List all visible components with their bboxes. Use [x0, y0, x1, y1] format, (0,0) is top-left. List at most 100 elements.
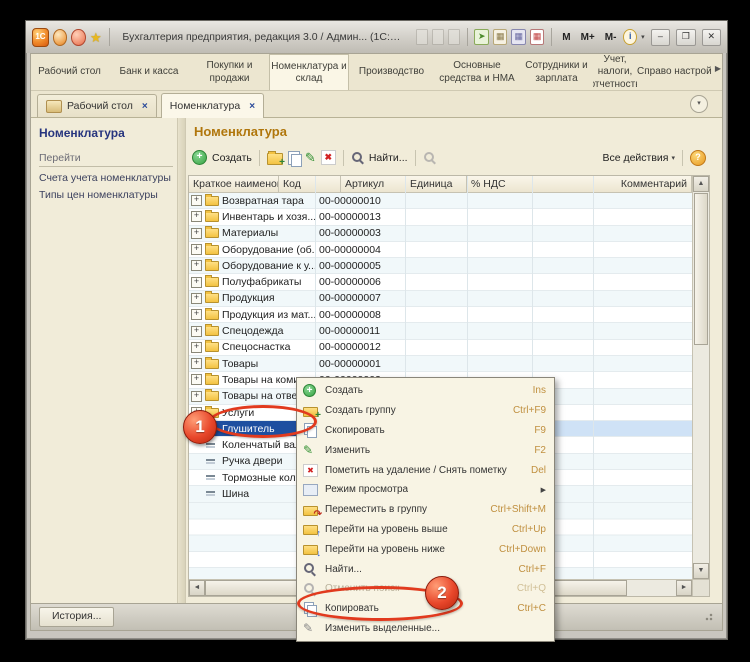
context-menu-item[interactable]: Перейти на уровень выше Ctrl+Up: [297, 520, 554, 540]
edit-button[interactable]: ✎: [305, 151, 316, 164]
history-button[interactable]: История...: [39, 607, 114, 627]
section-tab[interactable]: Основные средства и НМА: [434, 54, 520, 90]
context-menu-item[interactable]: Изменить F2: [297, 440, 554, 460]
scroll-left-icon[interactable]: ◄: [189, 580, 205, 596]
context-menu-item[interactable]: Создать группу Ctrl+F9: [297, 401, 554, 421]
tabs-overflow-icon[interactable]: ▶: [715, 64, 721, 73]
tree-expand-icon[interactable]: [191, 211, 202, 222]
main-menu-icon[interactable]: [53, 29, 67, 46]
nomenclature-row[interactable]: Товары 00-00000001: [189, 356, 692, 372]
context-menu-item[interactable]: Найти... Ctrl+F: [297, 559, 554, 579]
tree-expand-icon[interactable]: [191, 260, 202, 271]
close-button[interactable]: ✕: [702, 29, 721, 46]
section-tab[interactable]: Номенклатура и склад: [269, 54, 349, 90]
subtab-list-dropdown-icon[interactable]: ▾: [690, 95, 708, 113]
context-menu-item[interactable]: Скопировать F9: [297, 421, 554, 441]
help-icon[interactable]: ?: [690, 150, 706, 166]
sidebar-link[interactable]: Типы цен номенклатуры: [39, 189, 173, 201]
section-tab[interactable]: Рабочий стол: [31, 54, 108, 90]
tree-expand-icon[interactable]: [191, 228, 202, 239]
tree-expand-icon[interactable]: [191, 342, 202, 353]
scroll-right-icon[interactable]: ►: [676, 580, 692, 596]
row-code: 00-00000005: [315, 258, 405, 273]
row-comment: [593, 209, 692, 224]
create-button[interactable]: Создать: [212, 152, 252, 164]
nomenclature-row[interactable]: Спецоснастка 00-00000012: [189, 340, 692, 356]
quick-menu-icon[interactable]: [71, 29, 85, 46]
find-button[interactable]: Найти...: [369, 152, 408, 164]
info-dropdown-icon[interactable]: ▾: [641, 33, 645, 41]
section-tab[interactable]: Банк и касса: [108, 54, 190, 90]
column-header[interactable]: Артикул: [341, 176, 406, 192]
section-tab[interactable]: Учет, налоги, отчетность: [593, 54, 637, 90]
section-tab[interactable]: Сотрудники и зарплата: [520, 54, 593, 90]
tree-expand-icon[interactable]: [191, 293, 202, 304]
context-menu-item[interactable]: Пометить на удаление / Снять пометку Del: [297, 460, 554, 480]
column-header[interactable]: Комментарий: [617, 176, 692, 192]
column-header[interactable]: % НДС: [467, 176, 617, 192]
subtab-close-icon[interactable]: ×: [138, 101, 148, 112]
tree-expand-icon[interactable]: [191, 326, 202, 337]
tree-expand-icon[interactable]: [191, 195, 202, 206]
row-name: Материалы: [222, 227, 278, 239]
nomenclature-row[interactable]: Материалы 00-00000003: [189, 226, 692, 242]
nomenclature-row[interactable]: Оборудование (об... 00-00000004: [189, 242, 692, 258]
section-tab[interactable]: Покупки и продажи: [190, 54, 269, 90]
all-actions-button[interactable]: Все действия ▾: [602, 152, 675, 164]
column-header[interactable]: Код: [279, 176, 341, 192]
row-type-icon: [205, 212, 219, 222]
sidebar-splitter[interactable]: [177, 118, 186, 603]
tree-expand-icon[interactable]: [191, 309, 202, 320]
tree-expand-icon[interactable]: [191, 244, 202, 255]
info-icon[interactable]: i: [623, 29, 637, 45]
sidebar-link[interactable]: Счета учета номенклатуры: [39, 172, 173, 184]
subtab-desktop[interactable]: Рабочий стол ×: [37, 94, 157, 117]
column-header-label: Краткое наименование: [193, 178, 279, 190]
row-type-icon: [205, 442, 219, 449]
scroll-down-icon[interactable]: ▼: [693, 563, 709, 579]
nomenclature-row[interactable]: Продукция 00-00000007: [189, 291, 692, 307]
nomenclature-row[interactable]: Возвратная тара 00-00000010: [189, 193, 692, 209]
calendar-icon[interactable]: ▦: [493, 29, 507, 45]
resize-grip[interactable]: [704, 612, 714, 622]
calculator-icon[interactable]: ▦: [511, 29, 525, 45]
nomenclature-row[interactable]: Спецодежда 00-00000011: [189, 323, 692, 339]
context-menu-item[interactable]: Переместить в группу Ctrl+Shift+M: [297, 500, 554, 520]
menu-item-label: Скопировать: [325, 425, 385, 436]
vertical-scroll-thumb[interactable]: [694, 193, 708, 345]
tree-expand-icon[interactable]: [191, 277, 202, 288]
minimize-button[interactable]: –: [651, 29, 670, 46]
column-header[interactable]: Единица: [406, 176, 467, 192]
scroll-up-icon[interactable]: ▲: [693, 176, 709, 192]
favorites-star-icon[interactable]: ★: [90, 31, 102, 44]
section-tab[interactable]: Производство: [349, 54, 434, 90]
tree-expand-icon[interactable]: [191, 391, 202, 402]
services-icon[interactable]: ➤: [474, 29, 488, 45]
vertical-scrollbar[interactable]: ▲ ▼: [692, 176, 709, 579]
subtab-nomenclature[interactable]: Номенклатура ×: [161, 93, 264, 118]
section-tab[interactable]: Справо настрой: [637, 54, 712, 90]
context-menu-item[interactable]: Создать Ins: [297, 381, 554, 401]
context-menu-item[interactable]: Перейти на уровень ниже Ctrl+Down: [297, 539, 554, 559]
memory-m-button[interactable]: M: [559, 32, 573, 43]
nomenclature-row[interactable]: Оборудование к у... 00-00000005: [189, 258, 692, 274]
row-unit: [467, 340, 532, 355]
memory-mplus-button[interactable]: M+: [578, 32, 598, 43]
context-menu-item[interactable]: Изменить выделенные...: [297, 619, 554, 639]
tree-expand-icon[interactable]: [191, 374, 202, 385]
create-group-button[interactable]: [267, 153, 283, 165]
copy-item-button[interactable]: [288, 151, 300, 165]
column-header[interactable]: Краткое наименование: [189, 176, 279, 192]
calendar-red-icon[interactable]: ▦: [530, 29, 544, 45]
row-comment: [593, 405, 692, 420]
tree-expand-icon[interactable]: [191, 358, 202, 369]
maximize-button[interactable]: ❐: [676, 29, 695, 46]
memory-mminus-button[interactable]: M-: [602, 32, 620, 43]
app-logo-icon[interactable]: 1С: [32, 28, 49, 47]
nomenclature-row[interactable]: Полуфабрикаты 00-00000006: [189, 274, 692, 290]
nomenclature-row[interactable]: Инвентарь и хозя... 00-00000013: [189, 209, 692, 225]
context-menu-item[interactable]: Режим просмотра: [297, 480, 554, 500]
nomenclature-row[interactable]: Продукция из мат... 00-00000008: [189, 307, 692, 323]
subtab-close-icon[interactable]: ×: [245, 101, 255, 112]
delete-mark-button[interactable]: ✖: [321, 150, 336, 165]
